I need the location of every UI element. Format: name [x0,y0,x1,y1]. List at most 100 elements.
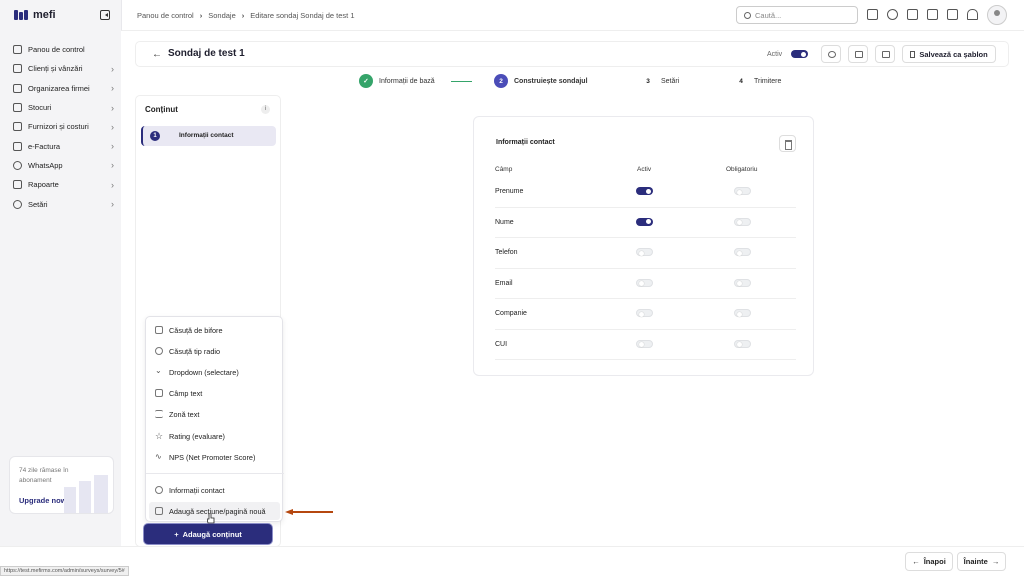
textarea-icon [155,410,163,418]
search-input[interactable]: Caută... [736,6,858,24]
chevron-right-icon: › [111,199,114,210]
sidebar-item-dashboard[interactable]: Panou de control [8,40,114,59]
field-label: Prenume [495,188,524,195]
content-item-label: Informații contact [179,132,234,139]
bell-icon[interactable] [967,9,978,20]
menu-item-label: Zonă text [169,409,200,419]
breadcrumb-separator-icon: › [241,11,245,20]
menu-item-contact-info[interactable]: Informații contact [149,481,280,499]
wallet-icon [13,122,22,132]
breadcrumb: Panou de control › Sondaje › Editare son… [137,11,355,20]
survey-active-toggle[interactable] [791,50,808,58]
sidebar-item-label: Furnizori și costuri [28,122,89,132]
active-toggle[interactable] [636,187,653,195]
sidebar-item-settings[interactable]: Setări › [8,194,114,213]
subscription-card: 74 zile rămase în abonament Upgrade now … [9,456,114,514]
menu-item-text-field[interactable]: Câmp text [149,384,280,402]
trash-icon[interactable] [779,135,796,152]
sidebar-item-clients[interactable]: Clienți și vânzări › [8,59,114,78]
calendar-icon[interactable] [907,9,918,20]
chevron-right-icon: › [111,141,114,152]
clipboard-icon [13,180,22,190]
breadcrumb-dashboard[interactable]: Panou de control [137,11,194,20]
menu-item-nps[interactable]: ∿ NPS (Net Promoter Score) [149,448,280,466]
share-button[interactable] [848,45,868,63]
save-template-button[interactable]: Salvează ca șablon [902,45,996,63]
edit-icon [155,389,163,397]
active-label: Activ [767,51,783,58]
breadcrumb-surveys[interactable]: Sondaje [208,11,236,20]
logo-watermark-icon [64,475,108,513]
step-settings[interactable]: 3 Setări [641,74,679,88]
breadcrumb-current: Editare sondaj Sondaj de test 1 [250,11,355,20]
menu-item-text-area[interactable]: Zonă text [149,405,280,423]
active-toggle[interactable] [636,339,653,348]
active-toggle[interactable] [636,217,653,226]
sidebar-item-reports[interactable]: Rapoarte › [8,175,114,194]
required-toggle[interactable] [734,187,751,195]
step-connector [451,81,472,82]
timer-icon[interactable] [887,9,898,20]
table-row: Email [495,269,796,299]
active-toggle[interactable] [636,309,653,317]
status-url: https://test.mefirms.com/admin/surveys/s… [0,566,129,576]
required-toggle[interactable] [734,217,751,226]
sidebar-item-organization[interactable]: Organizarea firmei › [8,79,114,98]
logo[interactable]: mefi [14,9,56,21]
back-arrow-icon[interactable]: ← [152,49,162,60]
sidebar-item-whatsapp[interactable]: WhatsApp › [8,156,114,175]
search-placeholder: Caută... [755,10,782,20]
page-header: ← Sondaj de test 1 Activ Salvează ca șab… [135,41,1009,67]
sidebar-item-label: e-Factura [28,141,61,151]
add-content-button[interactable]: + Adaugă conținut [144,524,272,544]
info-icon[interactable]: i [261,105,270,114]
menu-item-radio[interactable]: Căsuță tip radio [149,342,280,360]
avatar[interactable] [987,5,1007,25]
chevron-right-icon: › [111,83,114,94]
content-item-contact[interactable]: 1 Informații contact [141,126,276,146]
add-icon[interactable] [867,9,878,20]
menu-divider [146,473,284,474]
chevron-right-icon: › [111,121,114,132]
add-content-label: Adaugă conținut [182,529,242,539]
step-label: Construiește sondajul [514,77,588,85]
sidebar-item-label: WhatsApp [28,160,63,170]
share-icon [855,51,863,58]
active-toggle[interactable] [636,278,653,287]
sidebar-item-stock[interactable]: Stocuri › [8,98,114,117]
star-icon: ☆ [155,431,164,441]
sidebar-item-label: Panou de control [28,45,85,55]
menu-item-label: Căsuță tip radio [169,346,221,356]
required-toggle[interactable] [734,309,751,317]
arrow-left-icon: ← [912,557,920,566]
field-label: Nume [495,218,514,226]
tasks-icon[interactable] [927,9,938,20]
step-build-survey[interactable]: 2 Construiește sondajul [494,74,588,88]
duplicate-button[interactable] [875,45,895,63]
required-toggle[interactable] [734,339,751,348]
required-toggle[interactable] [734,278,751,287]
collapse-sidebar-icon[interactable] [100,10,110,20]
sidebar-item-label: Setări [28,199,48,209]
table-row: Nume [495,208,796,238]
search-icon [744,11,751,19]
preview-button[interactable] [821,45,841,63]
next-button[interactable]: Înainte → [957,552,1006,571]
sidebar-item-efactura[interactable]: e-Factura › [8,136,114,155]
required-toggle[interactable] [734,248,751,256]
sidebar-item-suppliers[interactable]: Furnizori și costuri › [8,117,114,136]
menu-item-checkbox[interactable]: Căsuță de bifore [149,321,280,339]
step-label: Trimitere [754,77,782,85]
menu-item-rating[interactable]: ☆ Rating (evaluare) [149,427,280,445]
menu-item-label: Căsuță de bifore [169,325,223,335]
contact-info-card: Informații contact Câmp Activ Obligatori… [473,116,814,376]
logo-text: mefi [33,9,56,21]
field-label: Companie [495,310,527,317]
chat-icon[interactable] [947,9,958,20]
menu-item-dropdown[interactable]: ⌄ Dropdown (selectare) [149,363,280,381]
copy-icon [882,51,890,58]
step-send[interactable]: 4 Trimitere [734,74,781,88]
active-toggle[interactable] [636,248,653,256]
step-basic-info[interactable]: ✓ Informații de bază [359,74,435,88]
back-button[interactable]: ← Înapoi [905,552,953,571]
